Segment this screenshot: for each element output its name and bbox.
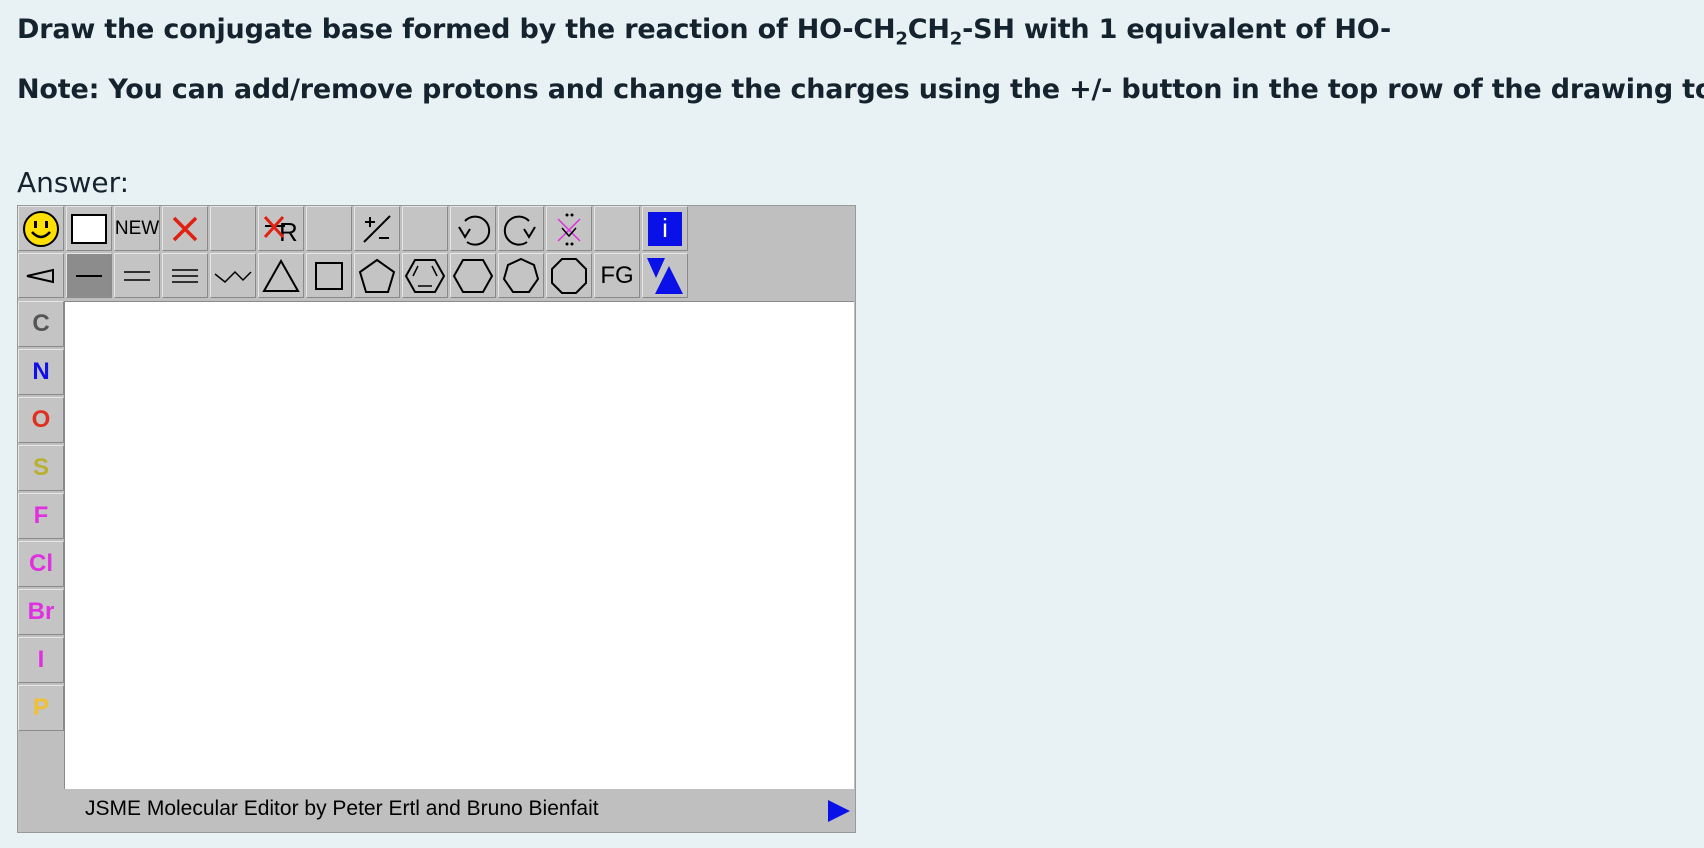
ring3-button[interactable] — [258, 253, 304, 298]
drawing-canvas[interactable] — [64, 301, 854, 789]
triangles-icon — [647, 257, 683, 294]
info-icon: i — [648, 211, 682, 246]
element-label: Cl — [29, 550, 53, 577]
select-button[interactable] — [66, 206, 112, 251]
new-button[interactable]: NEW — [114, 206, 160, 251]
triple-bond-icon — [172, 268, 198, 283]
double-bond-icon — [124, 270, 150, 281]
ring5-button[interactable] — [354, 253, 400, 298]
info-button[interactable]: i — [642, 206, 688, 251]
delete-r-button[interactable]: R — [258, 206, 304, 251]
element-n-button[interactable]: N — [18, 349, 64, 395]
wedge-bond-icon — [26, 268, 54, 283]
jsme-editor: NEW R i FG C N O S F Cl Br I P JSME Mole… — [17, 205, 856, 833]
triple-bond-button[interactable] — [162, 253, 208, 298]
element-s-button[interactable]: S — [18, 445, 64, 491]
element-c-button[interactable]: C — [18, 301, 64, 347]
status-bar: JSME Molecular Editor by Peter Ertl and … — [18, 788, 855, 832]
element-label: N — [32, 358, 50, 385]
lone-pair-button[interactable] — [546, 206, 592, 251]
pentagon-ring-icon — [358, 258, 396, 293]
element-label: P — [32, 694, 49, 721]
delete-lone-pair-icon — [557, 213, 581, 245]
delete-r-group-icon: R — [263, 215, 298, 246]
ring4-button[interactable] — [306, 253, 352, 298]
chain-button[interactable] — [210, 253, 256, 298]
editor-credit: JSME Molecular Editor by Peter Ertl and … — [85, 797, 599, 820]
empty-button-3 — [402, 206, 448, 251]
rectangle-select-icon — [71, 213, 107, 244]
svg-text:R: R — [279, 217, 298, 246]
hexagon-ring-icon — [452, 258, 494, 293]
benzene-button[interactable] — [402, 253, 448, 298]
element-label: I — [37, 646, 45, 673]
benzene-ring-icon — [404, 258, 446, 293]
smiley-icon — [23, 210, 59, 247]
delete-x-icon — [172, 216, 198, 241]
empty-button-2 — [306, 206, 352, 251]
element-label: S — [32, 454, 49, 481]
redo-icon — [503, 215, 536, 246]
element-i-button[interactable]: I — [18, 637, 64, 683]
play-arrow-icon[interactable] — [826, 798, 852, 824]
more-options-button[interactable] — [642, 253, 688, 298]
chain-icon — [214, 270, 252, 283]
undo-icon — [458, 215, 491, 246]
ring6-button[interactable] — [450, 253, 496, 298]
fg-label: FG — [600, 261, 634, 289]
square-ring-icon — [315, 261, 343, 290]
single-bond-button[interactable] — [66, 253, 112, 298]
question-text: Draw the conjugate base formed by the re… — [17, 14, 1392, 50]
wedge-bond-button[interactable] — [18, 253, 64, 298]
ring8-button[interactable] — [546, 253, 592, 298]
delete-button[interactable] — [162, 206, 208, 251]
charge-button[interactable] — [354, 206, 400, 251]
element-label: O — [31, 406, 51, 433]
plus-minus-icon — [363, 214, 391, 243]
element-p-button[interactable]: P — [18, 685, 64, 731]
empty-button-4 — [594, 206, 640, 251]
functional-group-button[interactable]: FG — [594, 253, 640, 298]
new-label: NEW — [114, 217, 160, 239]
element-cl-button[interactable]: Cl — [18, 541, 64, 587]
element-label: C — [32, 310, 50, 337]
element-sidebar: C N O S F Cl Br I P — [18, 301, 64, 733]
element-f-button[interactable]: F — [18, 493, 64, 539]
undo-button[interactable] — [450, 206, 496, 251]
ring7-button[interactable] — [498, 253, 544, 298]
element-br-button[interactable]: Br — [18, 589, 64, 635]
smiley-button[interactable] — [18, 206, 64, 251]
element-o-button[interactable]: O — [18, 397, 64, 443]
empty-button-1 — [210, 206, 256, 251]
redo-button[interactable] — [498, 206, 544, 251]
octagon-ring-icon — [551, 257, 587, 294]
element-label: Br — [27, 598, 55, 625]
element-label: F — [33, 502, 49, 529]
toolbar-top: NEW R i — [18, 206, 690, 251]
answer-label: Answer: — [17, 166, 130, 199]
single-bond-icon — [76, 274, 102, 277]
triangle-ring-icon — [262, 258, 300, 292]
double-bond-button[interactable] — [114, 253, 160, 298]
heptagon-ring-icon — [502, 257, 540, 293]
question-note: Note: You can add/remove protons and cha… — [17, 74, 1704, 105]
toolbar-bonds: FG — [18, 253, 690, 298]
